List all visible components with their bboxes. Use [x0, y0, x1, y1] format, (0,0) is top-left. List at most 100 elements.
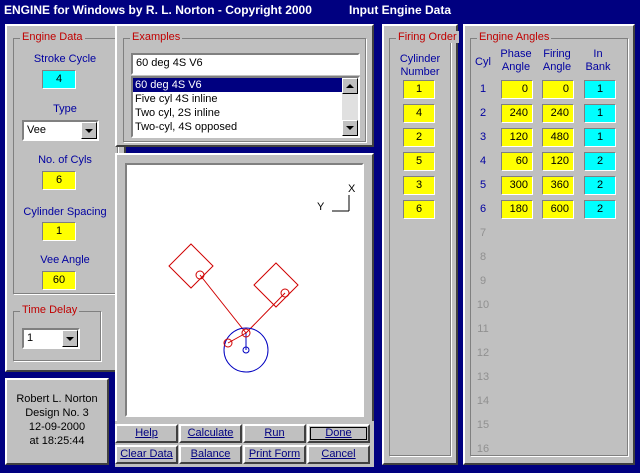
example-list-item[interactable]: Five cyl 4S inline	[133, 92, 342, 106]
firing-order-field[interactable]: 6	[403, 200, 435, 219]
firing-angle-field[interactable]: 120	[542, 152, 574, 171]
firing-order-title: Firing Order	[396, 31, 459, 43]
app-title: ENGINE for Windows by R. L. Norton - Cop…	[4, 3, 312, 17]
cylinder-number-header-1: Cylinder	[399, 53, 441, 65]
clear-data-button[interactable]: Clear Data	[115, 445, 178, 464]
balance-button[interactable]: Balance	[179, 445, 242, 464]
firing-order-group: Firing Order	[389, 31, 459, 456]
firing-angle-field[interactable]: 0	[542, 80, 574, 99]
run-button[interactable]: Run	[243, 424, 306, 443]
engine-angles-group: Engine Angles	[470, 31, 628, 456]
cyl-number-inactive: 12	[476, 347, 490, 359]
examples-panel: Examples 60 deg 4S V6 60 deg 4S V6 Five c…	[115, 24, 374, 147]
col-firing-header-1: Firing	[543, 48, 571, 60]
time-delay-title: Time Delay	[20, 304, 80, 316]
cyl-number-inactive: 11	[477, 323, 489, 335]
col-firing-header-2: Angle	[542, 61, 572, 73]
firing-order-field[interactable]: 1	[403, 80, 435, 99]
scroll-up-icon[interactable]	[342, 78, 358, 94]
col-phase-header-1: Phase	[500, 48, 532, 60]
cylinder-bank-1	[168, 243, 247, 334]
firing-order-field[interactable]: 2	[403, 128, 435, 147]
type-label: Type	[53, 103, 77, 115]
phase-angle-field[interactable]: 0	[501, 80, 533, 99]
cyl-number-inactive: 13	[476, 371, 490, 383]
example-input[interactable]: 60 deg 4S V6	[131, 53, 360, 75]
firing-angle-field[interactable]: 240	[542, 104, 574, 123]
firing-angle-field[interactable]: 480	[542, 128, 574, 147]
design-info: Robert L. Norton Design No. 3 12-09-2000…	[7, 392, 107, 448]
vee-angle-label: Vee Angle	[40, 254, 90, 266]
cyl-number-inactive: 14	[476, 395, 490, 407]
design-info-panel: Robert L. Norton Design No. 3 12-09-2000…	[5, 378, 109, 465]
diagram-panel: X Y	[115, 153, 374, 431]
crank-assembly	[223, 327, 269, 373]
stroke-cycle-label: Stroke Cycle	[33, 53, 97, 65]
done-button[interactable]: Done	[307, 424, 370, 443]
example-items: 60 deg 4S V6 Five cyl 4S inline Two cyl, 2…	[133, 78, 342, 134]
chevron-down-icon[interactable]	[81, 122, 97, 139]
calculate-button[interactable]: Calculate	[179, 424, 242, 443]
firing-angle-field[interactable]: 360	[542, 176, 574, 195]
type-select-value: Vee	[27, 124, 46, 136]
phase-angle-field[interactable]: 240	[501, 104, 533, 123]
design-number: Design No. 3	[25, 407, 89, 419]
col-bank-header-2: Bank	[585, 61, 611, 73]
col-phase-header-2: Angle	[501, 61, 531, 73]
engine-data-panel: Engine Data Stroke Cycle 4 Type Vee No. …	[5, 24, 126, 372]
col-bank-header-1: In	[593, 48, 603, 60]
firing-angle-field[interactable]: 600	[542, 200, 574, 219]
phase-angle-field[interactable]: 180	[501, 200, 533, 219]
bank-field[interactable]: 2	[584, 176, 616, 195]
firing-order-field[interactable]: 3	[403, 176, 435, 195]
form-title: Input Engine Data	[349, 3, 451, 17]
example-scrollbar[interactable]	[342, 78, 358, 136]
cyl-number: 6	[479, 203, 487, 215]
phase-angle-field[interactable]: 300	[501, 176, 533, 195]
firing-order-field[interactable]: 5	[403, 152, 435, 171]
time-delay-value: 1	[27, 332, 34, 344]
engine-data-title: Engine Data	[20, 31, 85, 43]
y-axis-label: Y	[317, 201, 325, 213]
vee-angle-field[interactable]: 60	[42, 271, 76, 290]
cyl-number: 1	[479, 83, 487, 95]
conrod-1	[199, 274, 247, 334]
scroll-down-icon[interactable]	[342, 120, 358, 136]
chevron-down-icon[interactable]	[62, 330, 78, 347]
cyl-number-inactive: 15	[476, 419, 490, 431]
phase-angle-field[interactable]: 120	[501, 128, 533, 147]
bank-field[interactable]: 2	[584, 200, 616, 219]
cyl-number-inactive: 9	[479, 275, 487, 287]
cancel-button[interactable]: Cancel	[307, 445, 370, 464]
firing-order-panel: Firing Order Cylinder Number 1 4 2 5 3 6	[382, 24, 459, 465]
author-name: Robert L. Norton	[16, 393, 98, 405]
bank-field[interactable]: 1	[584, 104, 616, 123]
cyl-number-inactive: 10	[476, 299, 490, 311]
example-list-item[interactable]: Two cyl, 2S inline	[133, 106, 342, 120]
cylinder-spacing-field[interactable]: 1	[42, 222, 76, 241]
cylinder-bank-2	[245, 262, 299, 334]
design-time: at 18:25:44	[29, 435, 85, 447]
bank-field[interactable]: 2	[584, 152, 616, 171]
example-list[interactable]: 60 deg 4S V6 Five cyl 4S inline Two cyl, 2…	[131, 76, 360, 138]
stroke-cycle-field[interactable]: 4	[42, 70, 76, 89]
cyl-number: 3	[479, 131, 487, 143]
num-cyls-label: No. of Cyls	[38, 154, 92, 166]
cyl-number: 4	[479, 155, 487, 167]
example-list-item[interactable]: Two-cyl, 4S opposed	[133, 120, 342, 134]
help-button[interactable]: Help	[115, 424, 178, 443]
type-select[interactable]: Vee	[22, 120, 99, 141]
firing-order-field[interactable]: 4	[403, 104, 435, 123]
engine-diagram: X Y	[125, 163, 364, 417]
example-list-item[interactable]: 60 deg 4S V6	[133, 78, 342, 92]
bank-field[interactable]: 1	[584, 128, 616, 147]
phase-angle-field[interactable]: 60	[501, 152, 533, 171]
print-form-button[interactable]: Print Form	[243, 445, 306, 464]
bank-field[interactable]: 1	[584, 80, 616, 99]
time-delay-select[interactable]: 1	[22, 328, 80, 349]
cylinder-2-piston	[253, 262, 299, 308]
num-cyls-field[interactable]: 6	[42, 171, 76, 190]
cyl-number: 5	[479, 179, 487, 191]
cylinder-1-piston	[168, 243, 214, 289]
client-area: Engine Data Stroke Cycle 4 Type Vee No. …	[2, 21, 638, 471]
